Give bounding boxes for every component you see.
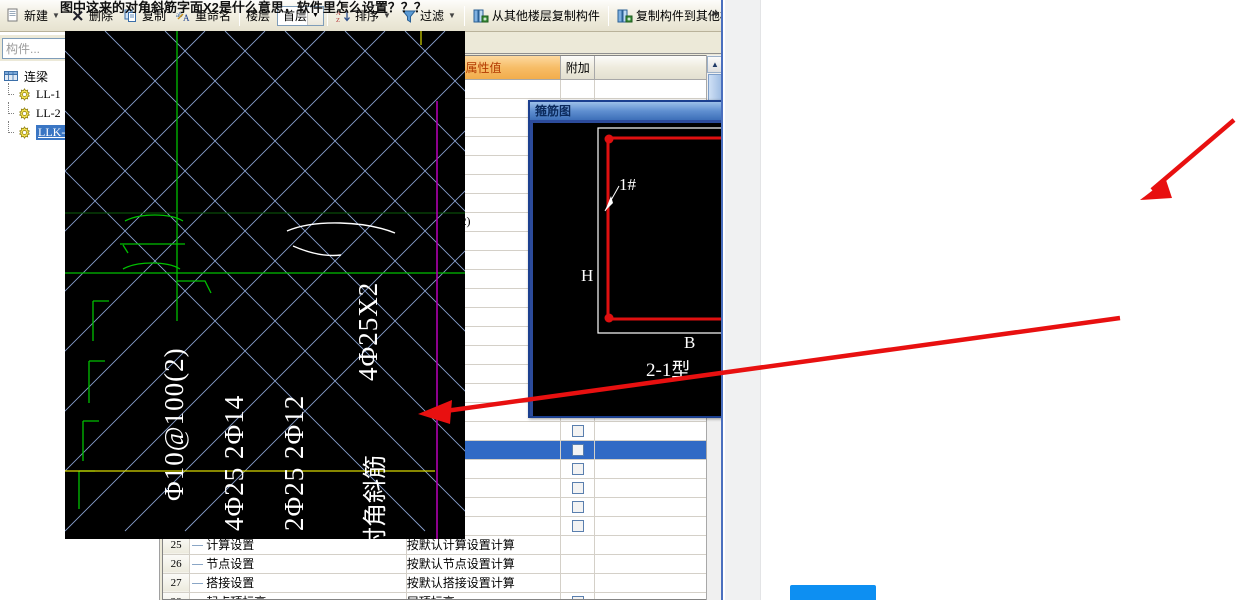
- property-name-label: 起点顶标高: [206, 595, 266, 599]
- attach-checkbox-cell[interactable]: [560, 573, 596, 593]
- new-doc-icon: [5, 8, 21, 24]
- attach-checkbox[interactable]: [571, 425, 584, 438]
- row-filler-cell: [594, 478, 719, 498]
- svg-text:Z: Z: [336, 17, 340, 24]
- post-submit-button[interactable]: [790, 585, 876, 600]
- property-name-cell[interactable]: 节点设置: [189, 554, 407, 574]
- tree-node-root-label: 连梁: [24, 70, 49, 84]
- page-left-gutter: [725, 0, 761, 600]
- cad-annotation-4: 对角斜筋: [362, 455, 389, 539]
- toolbar-separator-4: [607, 5, 609, 26]
- stirrup-drawing: [533, 123, 721, 416]
- attach-checkbox[interactable]: [571, 596, 584, 599]
- tree-node-ll-2-label: LL-2: [36, 106, 61, 120]
- row-filler-cell: [594, 79, 719, 99]
- gear-icon: [18, 88, 31, 101]
- cad-annotation-2: 2Φ25 2Φ12: [279, 395, 309, 531]
- tree-branch-line: [192, 545, 204, 547]
- row-filler-cell: [594, 421, 719, 441]
- question-title: 图中这来的对角斜筋字面X2是什么意思，软件里怎么设置？？？: [60, 0, 427, 13]
- cad-annotation-1: 4Φ25 2Φ14: [219, 395, 249, 531]
- row-index-cell[interactable]: 27: [163, 573, 191, 593]
- property-value-cell[interactable]: 层顶标高: [406, 592, 562, 599]
- stirrup-diagram-window: 箍筋图 1# H B 2-1型: [528, 100, 721, 418]
- stirrup-label-1: 1#: [619, 175, 636, 194]
- property-name-cell[interactable]: 起点顶标高: [189, 592, 407, 599]
- scroll-up-icon[interactable]: ▲: [707, 56, 721, 73]
- property-value-cell[interactable]: 按默认节点设置计算: [406, 554, 562, 574]
- stirrup-label-type: 2-1型: [646, 360, 691, 381]
- attach-checkbox-cell[interactable]: [560, 554, 596, 574]
- row-filler-cell: [594, 554, 719, 574]
- attach-checkbox-cell[interactable]: [560, 592, 596, 599]
- table-row[interactable]: 28 起点顶标高 层顶标高: [163, 592, 719, 599]
- tree-node-ll-1-label: LL-1: [36, 87, 61, 101]
- tree-branch-line: [192, 583, 204, 585]
- property-name-label: 计算设置: [206, 538, 255, 552]
- row-filler-cell: [594, 516, 719, 536]
- toolbar-label-new: 新建: [24, 9, 49, 23]
- row-index-cell[interactable]: 26: [163, 554, 191, 574]
- row-index-cell[interactable]: 28: [163, 592, 191, 599]
- gear-icon: [18, 107, 31, 120]
- property-name-cell[interactable]: 搭接设置: [189, 573, 407, 593]
- toolbar-button-new[interactable]: 新建 ▼: [1, 4, 64, 28]
- property-name-label: 节点设置: [206, 557, 255, 571]
- attach-checkbox[interactable]: [571, 501, 584, 514]
- attach-checkbox-cell[interactable]: [560, 535, 596, 555]
- property-name-label: 搭接设置: [206, 576, 255, 590]
- col-header-filler: [594, 56, 719, 80]
- row-filler-cell: [594, 573, 719, 593]
- stirrup-label-h: H: [581, 266, 594, 285]
- stirrup-label-b: B: [684, 333, 696, 352]
- row-filler-cell: [594, 497, 719, 517]
- chevron-down-icon[interactable]: ▼: [52, 11, 60, 20]
- table-row[interactable]: 26 节点设置 按默认节点设置计算: [163, 554, 719, 574]
- attach-checkbox[interactable]: [571, 520, 584, 533]
- col-header-attach[interactable]: 附加: [560, 56, 596, 80]
- toolbar-label-copy-to-other-floor: 复制构件到其他楼层: [635, 9, 721, 23]
- folder-icon: [4, 70, 19, 83]
- row-filler-cell: [594, 440, 719, 460]
- attach-checkbox[interactable]: [571, 463, 584, 476]
- copy-to-floor-icon: [617, 8, 633, 24]
- screen-root: 新建 ▼ 删除 复制 ab A 重命名 楼层 首层 ▼ A Z 排序 ▼ 过滤 …: [0, 0, 1245, 600]
- row-filler-cell: [594, 535, 719, 555]
- attach-checkbox-cell[interactable]: [560, 497, 596, 517]
- row-filler-cell: [594, 592, 719, 599]
- cad-annotation-3: 4Φ25X2: [353, 282, 383, 381]
- table-row[interactable]: 27 搭接设置 按默认搭接设置计算: [163, 573, 719, 593]
- gear-icon: [18, 126, 31, 139]
- toolbar-overflow-button[interactable]: »: [712, 5, 719, 20]
- attach-checkbox-cell[interactable]: [560, 459, 596, 479]
- attach-checkbox-cell[interactable]: [560, 440, 596, 460]
- attach-checkbox[interactable]: [571, 482, 584, 495]
- attach-checkbox-cell[interactable]: [560, 421, 596, 441]
- row-filler-cell: [594, 459, 719, 479]
- property-value-cell[interactable]: 按默认搭接设置计算: [406, 573, 562, 593]
- tree-branch-line: [192, 564, 204, 566]
- svg-text:A: A: [183, 13, 190, 23]
- attach-checkbox-cell[interactable]: [560, 79, 596, 99]
- cad-annotation-0: Φ10@100(2): [159, 347, 189, 501]
- attach-checkbox[interactable]: [571, 444, 584, 457]
- browser-content-area: [725, 0, 1245, 600]
- stirrup-diagram-canvas: 1# H B 2-1型: [533, 123, 721, 416]
- stirrup-diagram-title: 箍筋图: [530, 102, 721, 120]
- toolbar-button-copy-to-other-floor[interactable]: 复制构件到其他楼层: [613, 4, 721, 28]
- cad-drawing-image[interactable]: Φ10@100(2) 4Φ25 2Φ14 2Φ25 2Φ12 4Φ25X2 对角…: [65, 31, 465, 539]
- attach-checkbox-cell[interactable]: [560, 478, 596, 498]
- cad-drawing-svg: Φ10@100(2) 4Φ25 2Φ14 2Φ25 2Φ12 4Φ25X2 对角…: [65, 31, 465, 539]
- attach-checkbox-cell[interactable]: [560, 516, 596, 536]
